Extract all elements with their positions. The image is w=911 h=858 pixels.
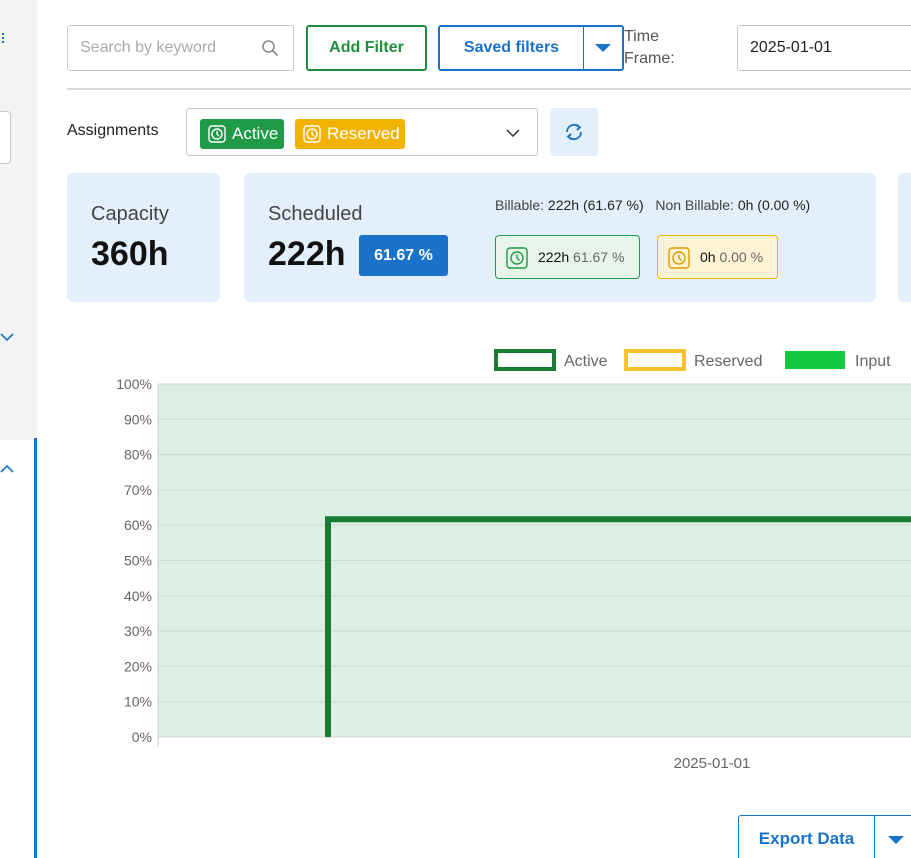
menu-icon[interactable]: ⠇	[0, 32, 10, 46]
x-tick-label: 2025-01-01	[674, 755, 751, 772]
clock-icon	[303, 125, 321, 143]
legend-swatch-reserved	[624, 349, 686, 371]
y-tick-label: 100%	[116, 376, 152, 392]
y-tick-label: 30%	[124, 623, 152, 639]
utilization-chart: 100% 90% 80% 70% 60% 50% 40% 30% 20% 10% 0% 2025-01…	[116, 349, 911, 772]
capacity-label: Capacity	[91, 203, 169, 225]
search-icon[interactable]	[261, 39, 279, 57]
saved-filters-dropdown-button[interactable]	[584, 27, 622, 69]
export-group: Export Data	[738, 815, 911, 858]
y-tick-label: 50%	[124, 553, 152, 569]
chevron-down-icon	[506, 129, 520, 138]
saved-filters-group: Saved filters	[438, 25, 624, 71]
toolbar-divider	[67, 88, 911, 90]
sidebar-active-rail	[34, 438, 37, 858]
active-hours: 222h	[538, 249, 570, 265]
y-tick-label: 60%	[124, 517, 152, 533]
y-tick-label: 90%	[124, 411, 152, 427]
sidebar-input[interactable]	[0, 111, 11, 164]
active-percent: 61.67 %	[573, 249, 625, 265]
billable-label: Billable:	[495, 197, 545, 213]
scheduled-percent-badge: 61.67 %	[359, 235, 448, 276]
export-dropdown-button[interactable]	[875, 816, 911, 858]
tag-reserved[interactable]: Reserved	[295, 119, 405, 149]
tag-reserved-label: Reserved	[327, 124, 400, 143]
legend-label-reserved: Reserved	[694, 353, 762, 370]
scheduled-label: Scheduled	[268, 203, 363, 225]
reserved-percent: 0.00 %	[719, 249, 764, 265]
sidebar: ⠇	[0, 0, 37, 440]
clock-icon	[506, 247, 528, 269]
clock-icon	[208, 125, 226, 143]
time-frame-input[interactable]: 2025-01-01	[737, 25, 911, 71]
billable-value: 222h (61.67 %)	[547, 197, 644, 213]
y-tick-label: 80%	[124, 447, 152, 463]
non-billable-label: Non Billable:	[655, 197, 734, 213]
third-card	[898, 173, 911, 302]
refresh-icon	[566, 123, 582, 141]
saved-filters-button[interactable]: Saved filters	[440, 27, 584, 69]
time-frame-label: Time Frame:	[624, 28, 675, 67]
assignments-select[interactable]: Active Reserved	[186, 108, 538, 156]
y-tick-label: 70%	[124, 482, 152, 498]
active-hours-chip: 222h 61.67 %	[495, 235, 640, 279]
refresh-button[interactable]	[550, 108, 598, 156]
tag-active-label: Active	[232, 124, 279, 143]
chevron-up-icon[interactable]	[0, 462, 14, 476]
scheduled-card: Scheduled 222h 61.67 % Billable: 222h (6…	[244, 173, 876, 302]
y-tick-label: 0%	[132, 729, 152, 745]
add-filter-button[interactable]: Add Filter	[306, 25, 427, 71]
scheduled-value: 222h	[268, 235, 346, 273]
tag-active[interactable]: Active	[200, 119, 284, 149]
search-input[interactable]	[80, 26, 255, 70]
capacity-value: 360h	[91, 235, 169, 273]
legend-label-active: Active	[564, 353, 608, 370]
assignments-label: Assignments	[67, 122, 159, 139]
clock-icon	[668, 247, 690, 269]
y-tick-label: 20%	[124, 658, 152, 674]
export-data-button[interactable]: Export Data	[739, 816, 875, 858]
y-tick-label: 40%	[124, 588, 152, 604]
capacity-card: Capacity 360h	[67, 173, 220, 302]
search-box	[67, 25, 294, 71]
legend-swatch-active	[494, 349, 556, 371]
reserved-hours-chip: 0h 0.00 %	[657, 235, 778, 279]
caret-down-icon	[888, 836, 904, 844]
reserved-hours: 0h	[700, 249, 716, 265]
chevron-down-icon[interactable]	[0, 330, 14, 344]
billable-summary: Billable: 222h (61.67 %) Non Billable: 0…	[495, 197, 810, 213]
y-tick-label: 10%	[124, 694, 152, 710]
legend-swatch-input	[785, 351, 845, 369]
legend-label-input: Input	[855, 353, 891, 370]
non-billable-value: 0h (0.00 %)	[737, 197, 811, 213]
caret-down-icon	[595, 44, 611, 52]
